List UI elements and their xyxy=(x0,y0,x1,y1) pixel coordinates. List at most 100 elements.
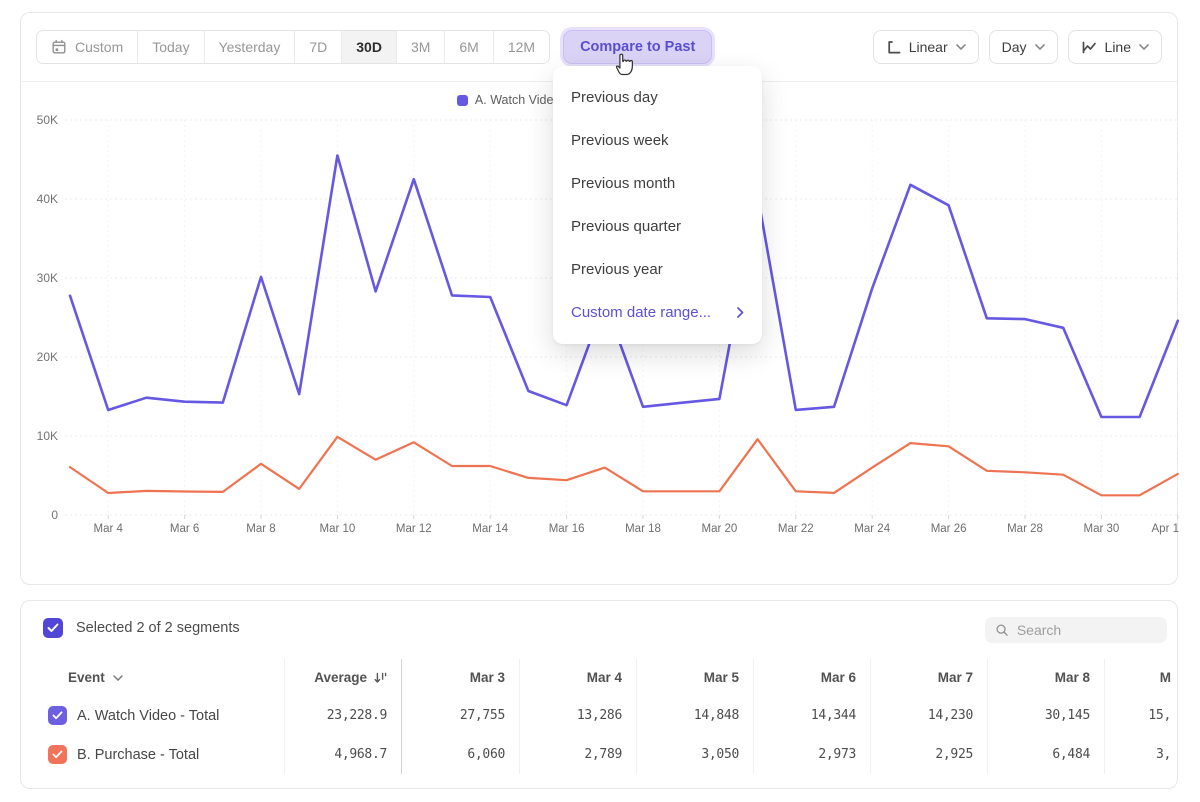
menu-item-previous-day[interactable]: Previous day xyxy=(553,76,762,119)
menu-item-previous-quarter[interactable]: Previous quarter xyxy=(553,205,762,248)
svg-text:50K: 50K xyxy=(37,113,58,127)
scale-dropdown-button[interactable]: Linear xyxy=(873,30,979,64)
compare-to-past-menu: Previous day Previous week Previous month P… xyxy=(553,66,762,344)
menu-item-label: Custom date range... xyxy=(571,304,711,321)
event-column-header[interactable]: Event xyxy=(21,659,285,696)
day-column-header-clipped: M xyxy=(1104,659,1177,696)
compare-to-past-button[interactable]: Compare to Past xyxy=(563,30,712,64)
date-range-yesterday[interactable]: Yesterday xyxy=(204,31,295,63)
svg-text:Mar 20: Mar 20 xyxy=(702,523,738,535)
svg-text:Mar 30: Mar 30 xyxy=(1084,523,1120,535)
check-icon xyxy=(52,750,63,759)
search-icon xyxy=(995,622,1009,638)
segment-value-cell: 14,848 xyxy=(636,696,753,735)
svg-text:30K: 30K xyxy=(37,271,58,285)
svg-text:Mar 16: Mar 16 xyxy=(549,523,585,535)
svg-text:Mar 18: Mar 18 xyxy=(625,523,661,535)
search-input[interactable] xyxy=(1017,622,1157,638)
chevron-down-icon xyxy=(113,675,123,681)
day-column-header[interactable]: Mar 7 xyxy=(870,659,987,696)
day-column-header[interactable]: Mar 8 xyxy=(987,659,1104,696)
date-range-label: Today xyxy=(152,39,189,55)
segment-row-label: A. Watch Video - Total xyxy=(77,708,219,724)
segment-row-label-cell: B. Purchase - Total xyxy=(21,735,285,774)
date-range-label: 6M xyxy=(459,39,478,55)
date-range-label: 30D xyxy=(356,39,382,55)
date-range-label: 7D xyxy=(309,39,327,55)
scale-label: Linear xyxy=(909,39,948,55)
menu-item-label: Previous week xyxy=(571,132,669,149)
segment-value-cell: 14,344 xyxy=(753,696,870,735)
date-range-label: 3M xyxy=(411,39,430,55)
check-icon xyxy=(47,623,59,633)
svg-text:Mar 28: Mar 28 xyxy=(1007,523,1043,535)
date-range-custom[interactable]: Custom xyxy=(37,31,137,63)
menu-item-label: Previous month xyxy=(571,175,675,192)
segment-value-cell: 2,789 xyxy=(519,735,636,774)
segment-value-cell: 2,973 xyxy=(753,735,870,774)
day-column-header[interactable]: Mar 4 xyxy=(519,659,636,696)
chevron-down-icon xyxy=(1035,44,1045,50)
select-all-checkbox[interactable] xyxy=(43,618,63,638)
chart-type-dropdown-button[interactable]: Line xyxy=(1068,30,1162,64)
segment-value-cell: 14,230 xyxy=(870,696,987,735)
date-range-3m[interactable]: 3M xyxy=(396,31,444,63)
date-range-12m[interactable]: 12M xyxy=(493,31,549,63)
svg-text:Mar 12: Mar 12 xyxy=(396,523,432,535)
segment-value-cell: 13,286 xyxy=(519,696,636,735)
segment-value-cell: 3,050 xyxy=(636,735,753,774)
selected-summary-label: Selected 2 of 2 segments xyxy=(76,620,240,636)
segments-card: Selected 2 of 2 segments EventAverageMar… xyxy=(20,600,1178,789)
menu-item-label: Previous quarter xyxy=(571,218,681,235)
svg-text:40K: 40K xyxy=(37,192,58,206)
interval-label: Day xyxy=(1002,39,1027,55)
menu-item-previous-month[interactable]: Previous month xyxy=(553,162,762,205)
svg-text:Mar 26: Mar 26 xyxy=(931,523,967,535)
menu-item-label: Previous year xyxy=(571,261,663,278)
date-range-7d[interactable]: 7D xyxy=(294,31,341,63)
menu-item-previous-week[interactable]: Previous week xyxy=(553,119,762,162)
line-chart-icon xyxy=(1081,40,1097,55)
day-column-header[interactable]: Mar 6 xyxy=(753,659,870,696)
svg-text:Mar 14: Mar 14 xyxy=(472,523,508,535)
linear-axis-icon xyxy=(886,40,901,55)
date-range-group: Custom Today Yesterday 7D 30D 3M 6M 12M xyxy=(36,30,550,64)
svg-text:Mar 24: Mar 24 xyxy=(854,523,890,535)
menu-item-previous-year[interactable]: Previous year xyxy=(553,248,762,291)
svg-text:10K: 10K xyxy=(37,429,58,443)
interval-dropdown-button[interactable]: Day xyxy=(989,30,1058,64)
segment-row-checkbox[interactable] xyxy=(48,745,67,764)
segments-summary: Selected 2 of 2 segments xyxy=(43,618,240,638)
menu-item-custom-date-range[interactable]: Custom date range... xyxy=(553,291,762,334)
date-range-30d[interactable]: 30D xyxy=(341,31,396,63)
segment-value-cell: 30,145 xyxy=(987,696,1104,735)
segment-value-cell: 2,925 xyxy=(870,735,987,774)
chevron-down-icon xyxy=(1139,44,1149,50)
chevron-down-icon xyxy=(956,44,966,50)
svg-text:Apr 1: Apr 1 xyxy=(1152,523,1180,535)
svg-text:Mar 22: Mar 22 xyxy=(778,523,814,535)
segments-header: Selected 2 of 2 segments xyxy=(21,601,1177,659)
segment-value-cell: 27,755 xyxy=(402,696,519,735)
date-range-6m[interactable]: 6M xyxy=(444,31,492,63)
day-column-header[interactable]: Mar 3 xyxy=(402,659,519,696)
segment-row-checkbox[interactable] xyxy=(48,706,67,725)
sort-descending-icon[interactable] xyxy=(374,672,387,684)
segment-value-cell: 6,060 xyxy=(402,735,519,774)
chart-options-group: Linear Day Line xyxy=(873,30,1162,64)
segment-value-cell-clipped: 3, xyxy=(1104,735,1177,774)
segment-row-label-cell: A. Watch Video - Total xyxy=(21,696,285,735)
svg-text:Mar 10: Mar 10 xyxy=(320,523,356,535)
calendar-icon xyxy=(51,39,67,55)
segments-search xyxy=(985,617,1167,643)
segment-value-cell: 6,484 xyxy=(987,735,1104,774)
segment-value-cell-clipped: 15, xyxy=(1104,696,1177,735)
segment-row-label: B. Purchase - Total xyxy=(77,747,199,763)
chart-type-label: Line xyxy=(1105,39,1131,55)
menu-item-label: Previous day xyxy=(571,89,658,106)
average-column-header[interactable]: Average xyxy=(285,659,402,696)
date-range-today[interactable]: Today xyxy=(137,31,203,63)
day-column-header[interactable]: Mar 5 xyxy=(636,659,753,696)
segment-average-cell: 23,228.9 xyxy=(285,696,402,735)
svg-text:20K: 20K xyxy=(37,350,58,364)
